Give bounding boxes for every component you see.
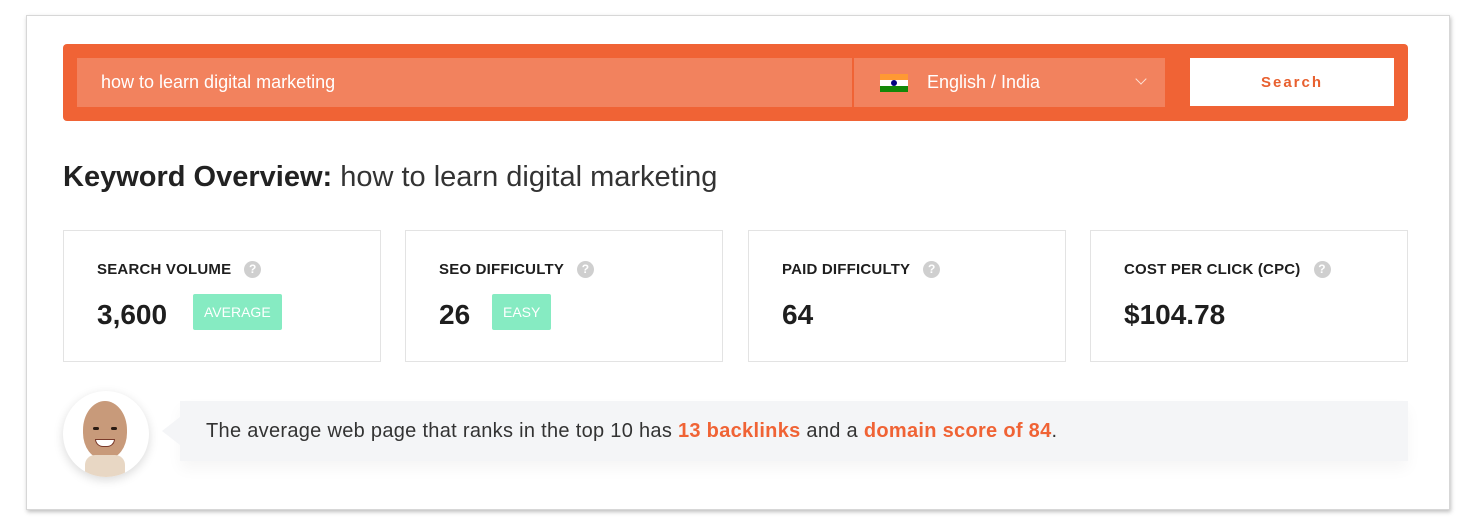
page-title: Keyword Overview: how to learn digital m…: [63, 161, 717, 194]
question-circle-icon[interactable]: ?: [1313, 261, 1331, 278]
metric-card-cpc: COST PER CLICK (CPC) ? $104.78: [1090, 230, 1408, 362]
search-bar: English / India Search: [63, 44, 1408, 121]
metric-value: $104.78: [1124, 299, 1226, 330]
question-circle-icon[interactable]: ?: [577, 261, 595, 278]
metric-cards: SEARCH VOLUME ? 3,600 AVERAGE SEO DIFFIC…: [63, 230, 1408, 362]
keyword-input[interactable]: [77, 58, 852, 107]
language-label: English / India: [927, 72, 1041, 92]
page-title-prefix: Keyword Overview:: [63, 161, 333, 193]
insight-text: The average web page that ranks in the t…: [206, 420, 1058, 442]
metric-label: SEARCH VOLUME: [97, 261, 232, 278]
metric-value: 3,600: [97, 299, 168, 330]
metric-label: SEO DIFFICULTY: [439, 261, 565, 278]
search-button[interactable]: Search: [1190, 58, 1394, 106]
insight-section: The average web page that ranks in the t…: [63, 391, 1408, 486]
india-flag-icon: [880, 73, 908, 92]
domain-score-highlight: domain score of 84: [863, 420, 1052, 442]
page-title-keyword: how to learn digital marketing: [340, 161, 718, 193]
chevron-down-icon: [1135, 73, 1147, 85]
language-select[interactable]: English / India: [854, 58, 1165, 107]
metric-value: 64: [782, 299, 814, 330]
metric-card-paid-difficulty: PAID DIFFICULTY ? 64: [748, 230, 1066, 362]
question-circle-icon[interactable]: ?: [923, 261, 941, 278]
avatar: [63, 391, 149, 477]
backlinks-highlight: 13 backlinks: [677, 420, 801, 442]
insight-bubble: The average web page that ranks in the t…: [162, 401, 1408, 461]
metric-card-seo-difficulty: SEO DIFFICULTY ? 26 EASY: [405, 230, 723, 362]
status-badge: AVERAGE: [193, 294, 282, 330]
status-badge: EASY: [492, 294, 552, 330]
metric-label: PAID DIFFICULTY: [782, 261, 911, 278]
keyword-overview-panel: English / India Search Keyword Overview:…: [26, 15, 1450, 510]
question-circle-icon[interactable]: ?: [244, 261, 262, 278]
metric-card-search-volume: SEARCH VOLUME ? 3,600 AVERAGE: [63, 230, 381, 362]
metric-value: 26: [439, 299, 471, 330]
metric-label: COST PER CLICK (CPC): [1124, 261, 1301, 278]
